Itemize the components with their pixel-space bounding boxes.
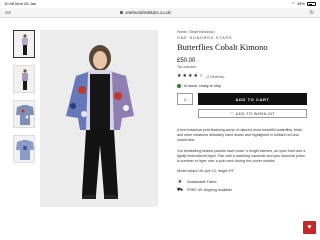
url-text: onehundredstars.co.uk	[125, 10, 171, 15]
battery-percent: 45%	[296, 1, 305, 6]
heart-icon: ♥	[307, 224, 312, 231]
leaf-icon: ❦	[177, 179, 183, 186]
description-paragraph: A true botanical print featuring some of…	[177, 128, 302, 143]
stock-text: In stock, ready to ship	[184, 84, 221, 88]
battery-icon	[307, 2, 316, 6]
model-figure-icon	[22, 69, 28, 90]
brand-name: ONE HUNDRED STARS	[177, 36, 233, 40]
feature-label: Sustainable Fabric	[187, 180, 217, 185]
star-icon: ★	[193, 73, 198, 79]
wishlist-label: ADD TO WISHLIST	[235, 111, 275, 116]
thumbnail-2[interactable]	[13, 65, 35, 93]
status-bar: 10:48 Mon 28 Jan ◠ 45%	[0, 0, 320, 8]
url-field[interactable]: onehundredstars.co.uk	[120, 10, 171, 15]
status-right: ◠ 45%	[291, 0, 316, 8]
quantity-input[interactable]: 1	[177, 93, 193, 105]
in-stock-dot-icon	[177, 84, 181, 88]
reload-icon[interactable]: ↻	[310, 10, 314, 16]
breadcrumb[interactable]: Home / Short Kimonos /	[177, 30, 307, 35]
kimono-back-icon	[16, 140, 34, 160]
lock-icon	[120, 11, 123, 14]
thumbnail-3[interactable]	[13, 100, 35, 128]
model-figure-icon	[22, 34, 28, 55]
product-price: £50.00	[177, 58, 196, 64]
status-time: 10:48 Mon 28 Jan	[4, 1, 37, 6]
floating-wishlist-button[interactable]: ♥	[303, 221, 316, 234]
thumbnail-4[interactable]	[13, 135, 35, 163]
star-icon: ★	[187, 73, 193, 79]
thumbnail-gallery	[13, 30, 35, 170]
main-product-image[interactable]	[40, 30, 158, 207]
add-to-cart-button[interactable]: ADD TO CART	[198, 93, 307, 105]
product-description: A true botanical print featuring some of…	[177, 128, 307, 174]
text-size-button[interactable]: AA	[5, 10, 11, 15]
product-title: Butterflies Cobalt Kimono	[177, 42, 268, 52]
kimono-flat-icon	[16, 105, 34, 125]
star-icon: ★	[182, 73, 187, 79]
star-icon: ★	[177, 73, 182, 79]
heart-outline-icon: ♡	[229, 112, 234, 116]
add-to-wishlist-button[interactable]: ♡ ADD TO WISHLIST	[198, 109, 307, 118]
thumbnail-1[interactable]	[13, 30, 35, 58]
model-size-note: Model wears UK size 10, height 5'9"	[177, 169, 235, 174]
wifi-icon: ◠	[291, 1, 295, 6]
star-empty-icon: ★	[198, 73, 204, 79]
feature-shipping: ⛟ FREE UK shipping available	[177, 187, 307, 193]
browser-address-bar[interactable]: AA onehundredstars.co.uk ↻	[0, 8, 320, 18]
feature-sustainable: ❦ Sustainable Fabric	[177, 179, 307, 185]
truck-icon: ⛟	[176, 186, 184, 193]
tax-note: Tax included.	[177, 65, 197, 69]
stock-status: In stock, ready to ship	[177, 84, 307, 88]
purchase-row: 1 ADD TO CART	[177, 93, 307, 105]
review-count[interactable]: (2 Reviews)	[206, 75, 224, 79]
feature-label: FREE UK shipping available	[187, 188, 233, 193]
product-info: Home / Short Kimonos / ONE HUNDRED STARS…	[177, 30, 307, 193]
rating[interactable]: ★ ★ ★ ★ ★ (2 Reviews)	[177, 74, 307, 79]
model-in-kimono-image	[40, 30, 158, 207]
description-paragraph: Our bestselling kimono jackets have loos…	[177, 148, 306, 164]
